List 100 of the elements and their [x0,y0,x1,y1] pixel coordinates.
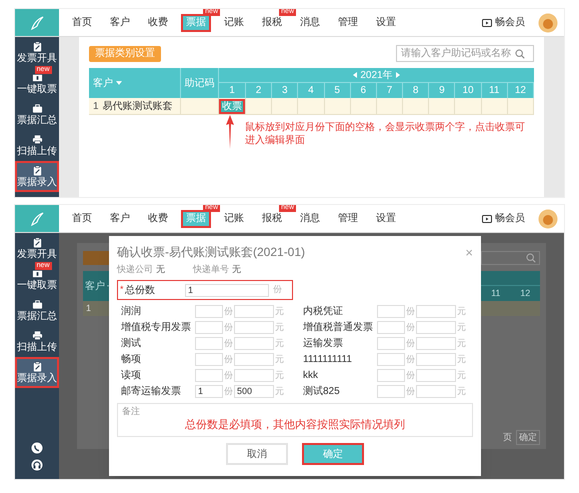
table-cell[interactable] [298,98,325,115]
nav-tab[interactable]: 客户 [105,210,135,228]
headset-icon[interactable] [31,459,43,471]
annotation-text: 总份数是必填项，其他内容按照实际情况填列 [185,418,405,430]
month-header: 5 [324,83,351,98]
unit-label: 份 [405,320,416,334]
member-link[interactable]: 畅会员 [495,211,525,226]
amount-field[interactable] [416,337,456,350]
count-field[interactable] [195,305,223,318]
month-header: 11 [482,83,508,98]
avatar-icon[interactable] [538,12,558,32]
count-field[interactable] [377,321,405,334]
field-label: 运输发票 [303,336,344,351]
clipboard-icon [32,361,42,372]
count-field[interactable] [195,321,223,334]
amount-field[interactable]: 500 [234,385,274,398]
table-cell[interactable] [272,98,298,115]
count-field[interactable] [195,369,223,382]
unit-label: 元 [274,336,285,350]
amount-field[interactable] [234,353,274,366]
count-field[interactable] [377,385,405,398]
table-cell[interactable] [508,98,534,115]
amount-field[interactable] [234,337,274,350]
sidebar-label: 发票开具 [17,249,57,260]
nav-tab[interactable]: 设置 [371,210,401,228]
amount-field[interactable] [234,321,274,334]
unit-label: 份 [405,336,416,350]
amount-field[interactable] [234,305,274,318]
table-cell[interactable] [403,98,430,115]
sidebar-item[interactable]: 票据录入 [15,357,59,388]
nav-tab[interactable]: 首页 [67,210,97,228]
amount-field[interactable] [416,369,456,382]
cancel-button[interactable]: 取消 [226,443,288,465]
unit-label: 份 [273,283,282,296]
total-count-field[interactable]: 1 [185,284,269,296]
field-label: 快递单号 [193,263,229,276]
sidebar-label: 一键取票 [17,84,57,95]
sidebar-label: 票据汇总 [17,311,57,322]
remark-field[interactable]: 备注 总份数是必填项，其他内容按照实际情况填列 [117,403,473,437]
briefcase-icon [32,299,42,310]
nav-tab[interactable]: 首页 [67,14,97,32]
table-cell[interactable] [482,98,508,115]
previous-year-icon[interactable] [353,72,358,78]
sidebar-item[interactable]: 票据录入 [15,161,59,192]
count-field[interactable] [195,353,223,366]
video-icon [482,18,492,28]
amount-field[interactable] [416,385,456,398]
amount-field[interactable] [416,353,456,366]
field-label: 增值税专用发票 [121,320,192,335]
row-index: 1 [93,100,99,114]
nav-tab[interactable]: 收费 [143,210,173,228]
table-cell[interactable] [429,98,456,115]
nav-tab[interactable]: 记账 [219,210,249,228]
nav-tab[interactable]: 报税 [257,14,287,32]
nav-tab[interactable]: 报税 [257,210,287,228]
nav-tab[interactable]: 收费 [143,14,173,32]
nav-tab[interactable]: 消息 [295,210,325,228]
amount-field[interactable] [416,321,456,334]
avatar-icon[interactable] [538,208,558,228]
field-label: 润润 [121,304,142,319]
unit-label: 份 [223,384,234,398]
amount-field[interactable] [234,369,274,382]
sidebar-item[interactable]: 发票开具 [15,37,59,68]
unit-label: 份 [405,304,416,318]
nav-tab[interactable]: 设置 [371,14,401,32]
amount-field[interactable] [416,305,456,318]
table-cell[interactable] [246,98,272,115]
month-header: 6 [350,83,377,98]
unit-label: 元 [456,384,467,398]
count-field[interactable] [377,305,405,318]
nav-tab[interactable]: 消息 [295,14,325,32]
sidebar-item[interactable]: 扫描上传 [15,130,59,161]
count-field[interactable] [377,369,405,382]
phone-icon[interactable] [31,442,43,454]
table-cell[interactable] [350,98,377,115]
field-label: 快递公司 [117,263,153,276]
next-year-icon[interactable] [396,72,400,78]
nav-tab[interactable]: 记账 [219,14,249,32]
count-field[interactable] [195,337,223,350]
sidebar-label: 票据录入 [17,177,57,188]
sidebar-item[interactable]: 扫描上传 [15,326,59,357]
sidebar-item[interactable]: 发票开具 [15,233,59,264]
count-field[interactable] [377,337,405,350]
sidebar-item[interactable]: 票据汇总 [15,295,59,326]
field-label: kkk [303,369,319,383]
member-link[interactable]: 畅会员 [495,15,525,30]
month-header: 8 [403,83,430,98]
sidebar-item[interactable]: 票据汇总 [15,99,59,130]
table-cell[interactable] [455,98,482,115]
row-index: 1 [86,302,92,315]
table-cell[interactable] [324,98,351,115]
unit-label: 元 [456,352,467,366]
nav-tab[interactable]: 管理 [333,210,363,228]
table-cell[interactable] [376,98,404,115]
count-field[interactable]: 1 [195,385,223,398]
nav-tab[interactable]: 管理 [333,14,363,32]
clipboard-icon [32,165,42,176]
caret-icon[interactable] [116,81,122,85]
nav-tab[interactable]: 客户 [105,14,135,32]
count-field[interactable] [377,353,405,366]
